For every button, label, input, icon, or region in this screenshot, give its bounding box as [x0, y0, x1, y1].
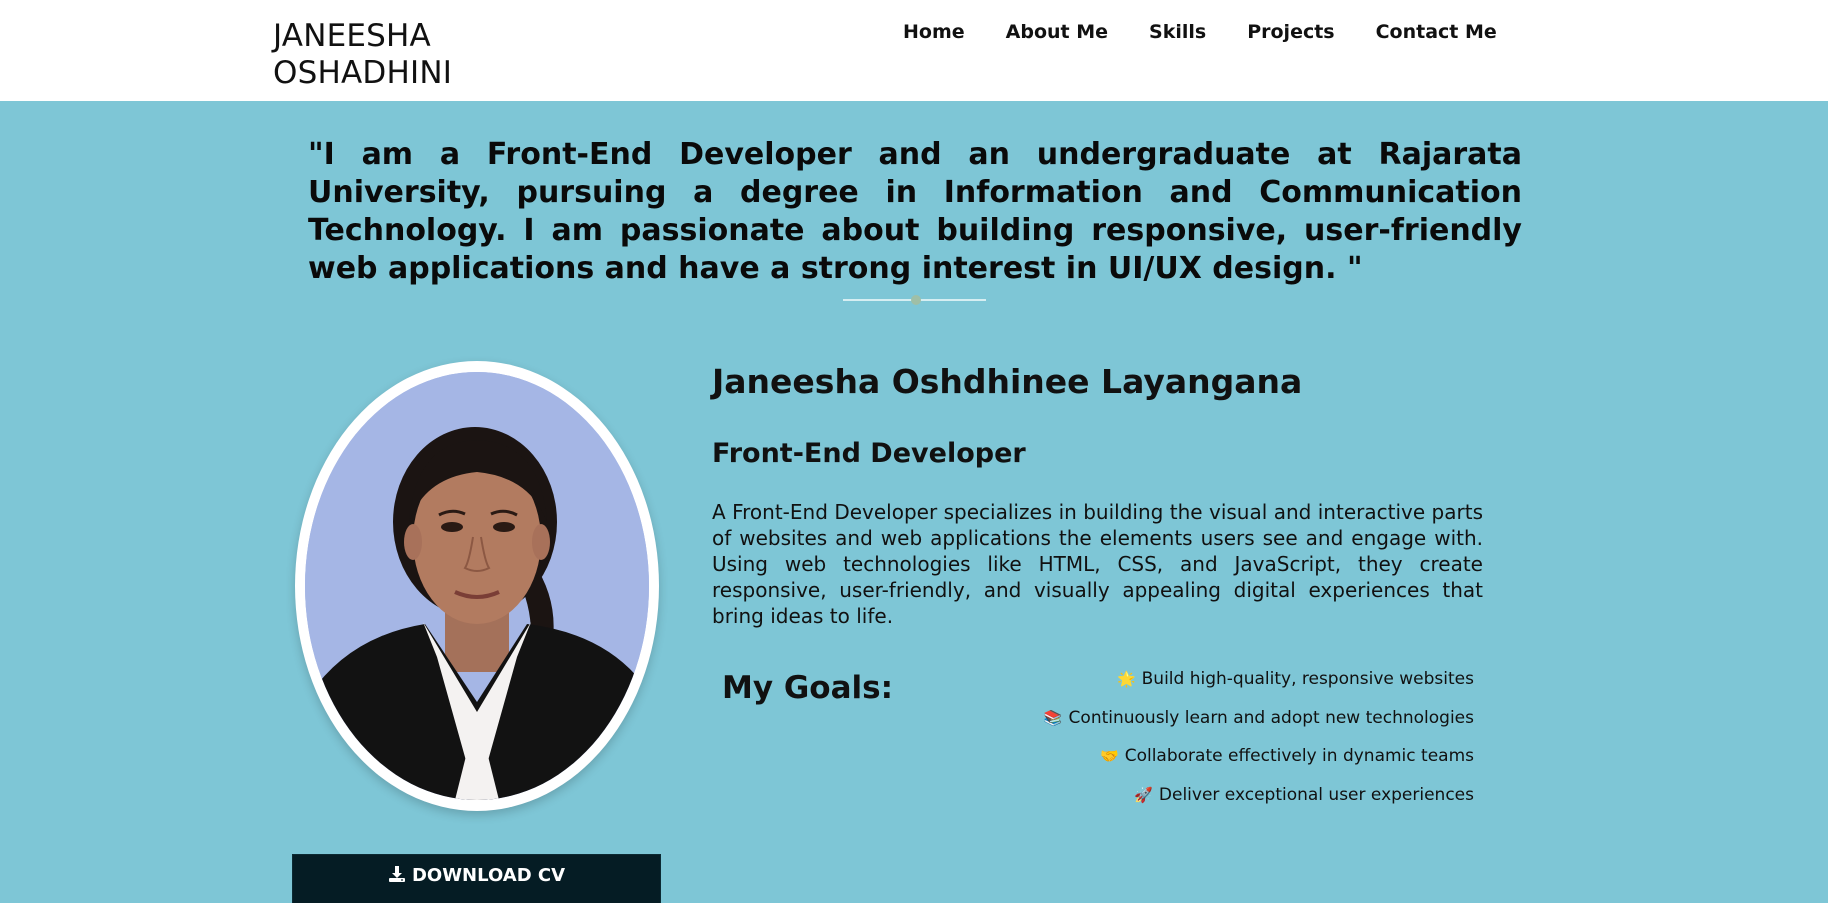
handshake-icon: 🤝: [1100, 747, 1119, 765]
star-icon: 🌟: [1116, 670, 1136, 688]
nav-projects[interactable]: Projects: [1247, 21, 1334, 43]
goal-item: 🚀 Deliver exceptional user experiences: [1044, 783, 1474, 822]
main-nav: Home About Me Skills Projects Contact Me: [903, 19, 1497, 45]
goal-text: Continuously learn and adopt new technol…: [1068, 707, 1474, 728]
goal-item: 🤝 Collaborate effectively in dynamic team…: [1044, 744, 1474, 783]
nav-contact-me[interactable]: Contact Me: [1376, 21, 1497, 43]
goals-title: My Goals:: [722, 670, 893, 706]
goal-text: Build high-quality, responsive websites: [1141, 669, 1474, 689]
goal-item: 🌟 Build high-quality, responsive websites: [1044, 667, 1474, 706]
divider-dot: [911, 295, 921, 305]
nav-home[interactable]: Home: [903, 21, 965, 43]
profile-role: Front-End Developer: [712, 438, 1026, 469]
profile-full-name: Janeesha Oshdhinee Layangana: [712, 362, 1303, 401]
brand-line-2: OSHADHINI: [273, 55, 453, 91]
goal-text: Collaborate effectively in dynamic teams: [1124, 746, 1474, 766]
download-cv-button[interactable]: DOWNLOAD CV: [293, 855, 660, 903]
brand-line-1: JANEESHA: [273, 18, 431, 54]
profile-photo: [305, 372, 649, 800]
site-logo[interactable]: JANEESHA OSHADHINI: [273, 18, 452, 92]
profile-photo-frame: [295, 361, 659, 811]
goals-list: 🌟 Build high-quality, responsive websites…: [1044, 667, 1474, 821]
intro-quote: "I am a Front-End Developer and an under…: [308, 137, 1522, 286]
profile-description: A Front-End Developer specializes in bui…: [712, 500, 1483, 628]
goal-item: 📚 Continuously learn and adopt new techno…: [1044, 706, 1474, 745]
nav-about-me[interactable]: About Me: [1006, 21, 1108, 43]
rocket-icon: 🚀: [1134, 785, 1153, 804]
download-icon: [388, 865, 406, 883]
books-icon: 📚: [1043, 708, 1063, 727]
goal-text: Deliver exceptional user experiences: [1158, 784, 1474, 805]
site-header: JANEESHA OSHADHINI Home About Me Skills …: [0, 0, 1828, 101]
download-cv-label: DOWNLOAD CV: [411, 865, 566, 886]
nav-skills[interactable]: Skills: [1149, 21, 1206, 43]
